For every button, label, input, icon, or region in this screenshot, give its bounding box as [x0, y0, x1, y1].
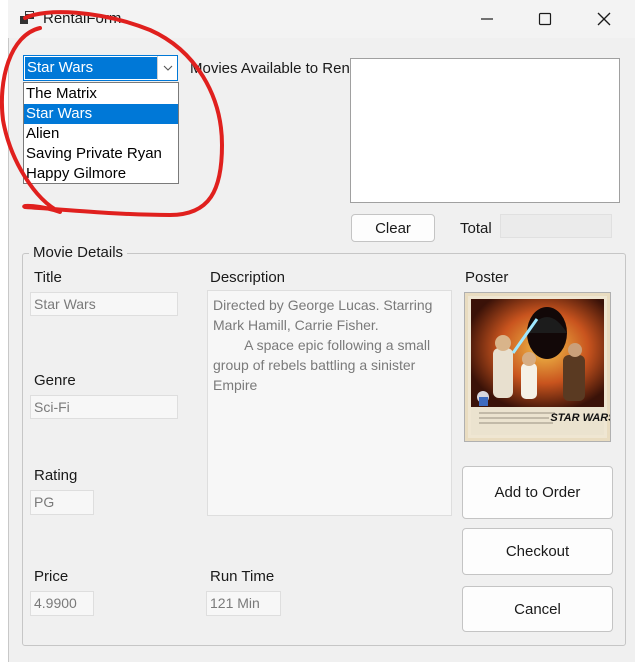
genre-field: Sci-Fi [30, 395, 178, 419]
movie-details-title: Movie Details [29, 244, 128, 261]
runtime-label: Run Time [210, 568, 275, 585]
movies-available-label: Movies Available to Ren [190, 60, 349, 77]
dropdown-option[interactable]: Alien [24, 124, 178, 144]
movies-listbox[interactable] [350, 58, 620, 203]
star-wars-poster: STAR WARS [468, 296, 610, 438]
poster-label: Poster [465, 269, 509, 286]
total-field [500, 214, 612, 238]
dropdown-option-selected[interactable]: Star Wars [24, 104, 178, 124]
checkout-button[interactable]: Checkout [462, 528, 613, 575]
runtime-field: 121 Min [206, 591, 281, 616]
clear-button[interactable]: Clear [351, 214, 435, 242]
window-title: RentalForm [43, 10, 122, 27]
title-label: Title [34, 269, 62, 286]
movie-combobox-selected[interactable]: Star Wars [25, 57, 157, 79]
description-field: Directed by George Lucas. Starring Mark … [207, 290, 452, 516]
rating-field: PG [30, 490, 94, 515]
genre-label: Genre [34, 372, 76, 389]
dropdown-option[interactable]: Happy Gilmore [24, 164, 178, 184]
minimize-icon [481, 18, 493, 20]
close-icon [597, 12, 611, 26]
price-field: 4.9900 [30, 591, 94, 616]
cancel-button[interactable]: Cancel [462, 586, 613, 632]
total-label: Total [460, 220, 492, 237]
poster-logo: STAR WARS [550, 412, 610, 424]
rating-label: Rating [34, 467, 78, 484]
poster-image: STAR WARS [464, 292, 611, 442]
app-window-icon [20, 11, 34, 24]
close-button[interactable] [575, 2, 633, 36]
maximize-button[interactable] [516, 2, 574, 36]
dropdown-option[interactable]: Saving Private Ryan [24, 144, 178, 164]
minimize-button[interactable] [458, 2, 516, 36]
combobox-dropdown-button[interactable] [158, 56, 177, 80]
add-to-order-button[interactable]: Add to Order [462, 466, 613, 519]
maximize-icon [538, 12, 552, 26]
chevron-down-icon [163, 65, 172, 71]
dropdown-option[interactable]: The Matrix [24, 84, 178, 104]
price-label: Price [34, 568, 69, 585]
description-label: Description [210, 269, 286, 286]
title-field: Star Wars [30, 292, 178, 316]
movie-dropdown-list: The Matrix Star Wars Alien Saving Privat… [23, 82, 179, 184]
